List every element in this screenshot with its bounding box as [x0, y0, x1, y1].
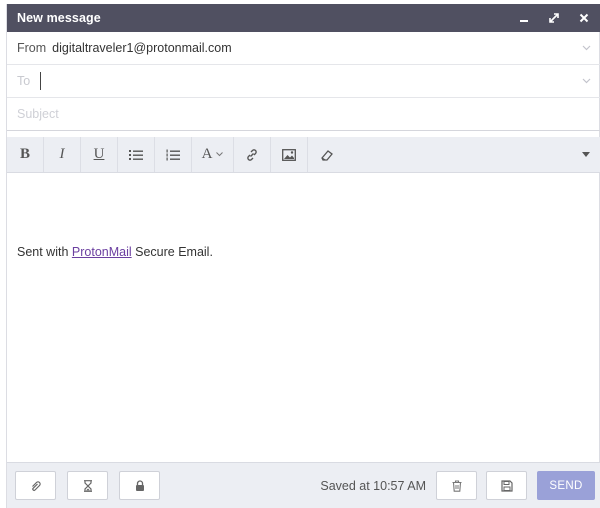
subject-field[interactable]: Subject [7, 98, 600, 131]
from-address[interactable]: digitaltraveler1@protonmail.com [52, 41, 231, 55]
to-input[interactable] [40, 72, 42, 90]
protonmail-link[interactable]: ProtonMail [72, 245, 132, 259]
window-controls [517, 11, 591, 25]
bulleted-list-icon[interactable] [118, 137, 155, 172]
font-icon[interactable]: A [192, 137, 234, 172]
italic-label: I [59, 146, 65, 162]
subject-placeholder[interactable]: Subject [17, 107, 59, 121]
minimize-icon[interactable] [517, 11, 531, 25]
signature-prefix: Sent with [17, 245, 72, 259]
close-icon[interactable] [577, 11, 591, 25]
trash-icon[interactable] [436, 471, 477, 500]
window-title: New message [17, 11, 101, 25]
composer-footer: Saved at 10:57 AM SEND [7, 462, 600, 508]
image-icon[interactable] [271, 137, 308, 172]
bold-label: B [19, 146, 30, 162]
eraser-icon[interactable] [308, 137, 345, 172]
expand-icon[interactable] [547, 11, 561, 25]
font-label: A [201, 146, 213, 162]
numbered-list-icon[interactable] [155, 137, 192, 172]
caret-down-icon[interactable] [571, 137, 600, 172]
underline-label: U [93, 146, 105, 162]
hourglass-icon[interactable] [67, 471, 108, 500]
attachment-icon[interactable] [15, 471, 56, 500]
message-body[interactable]: Sent with ProtonMail Secure Email. [7, 173, 600, 463]
italic-icon[interactable]: I [44, 137, 81, 172]
send-button[interactable]: SEND [537, 471, 595, 500]
lock-icon[interactable] [119, 471, 160, 500]
chevron-down-icon[interactable] [582, 45, 591, 51]
from-row[interactable]: From digitaltraveler1@protonmail.com [7, 32, 600, 65]
link-icon[interactable] [234, 137, 271, 172]
to-label: To [17, 74, 31, 88]
signature: Sent with ProtonMail Secure Email. [17, 245, 213, 259]
to-row[interactable]: To [7, 65, 600, 98]
formatting-toolbar: B I U A [7, 137, 600, 173]
chevron-down-icon[interactable] [582, 78, 591, 84]
underline-icon[interactable]: U [81, 137, 118, 172]
from-label: From [17, 41, 47, 55]
composer-titlebar: New message [7, 4, 600, 32]
signature-suffix: Secure Email. [131, 245, 213, 259]
message-composer: New message From digitaltraveler1@proton… [6, 4, 600, 508]
save-status: Saved at 10:57 AM [320, 478, 426, 493]
bold-icon[interactable]: B [7, 137, 44, 172]
save-icon[interactable] [486, 471, 527, 500]
